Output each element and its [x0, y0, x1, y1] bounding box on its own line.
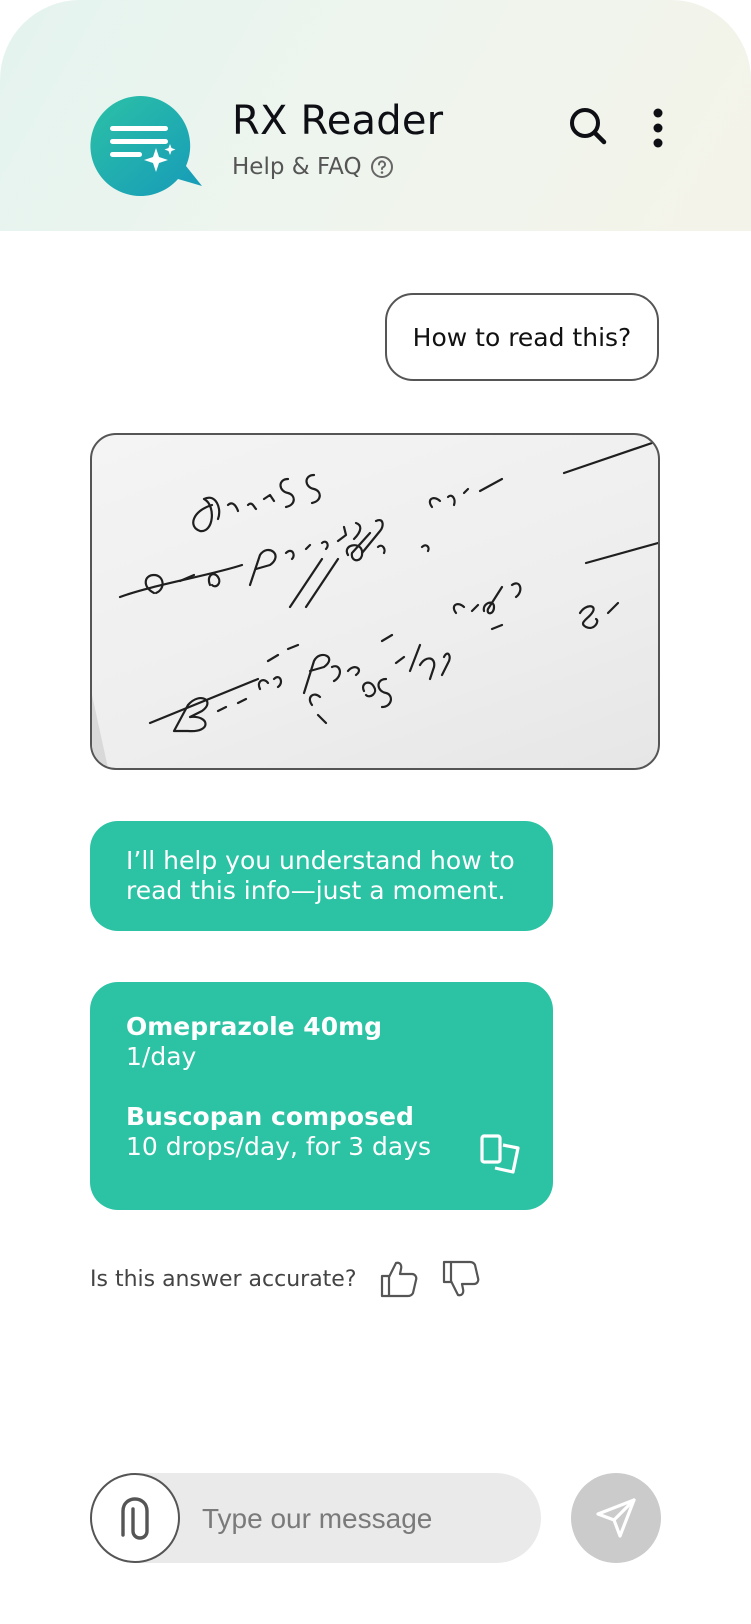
- copy-button[interactable]: [478, 1130, 522, 1174]
- app-header: RX Reader Help & FAQ: [0, 0, 751, 231]
- chat-sparkle-logo: [90, 95, 202, 196]
- thumbs-down-icon: [442, 1260, 479, 1297]
- feedback-question: Is this answer accurate?: [90, 1266, 357, 1292]
- handwritten-prescription-photo[interactable]: [90, 433, 660, 770]
- bot-intro-text: I’ll help you understand how to read thi…: [126, 846, 515, 905]
- paperclip-icon: [121, 1497, 149, 1540]
- answer-feedback: Is this answer accurate?: [90, 1258, 481, 1300]
- medication-name: Omeprazole 40mg: [126, 1012, 383, 1041]
- help-faq-link[interactable]: Help & FAQ: [232, 154, 394, 180]
- send-icon: [596, 1498, 636, 1538]
- bot-message-bubble: I’ll help you understand how to read thi…: [90, 821, 553, 931]
- search-button[interactable]: [566, 104, 610, 148]
- question-circle-icon: [370, 155, 394, 179]
- search-icon: [570, 108, 607, 145]
- copy-icon: [480, 1134, 520, 1174]
- message-input[interactable]: [200, 1488, 524, 1550]
- thumbs-up-icon: [380, 1261, 417, 1298]
- app-title: RX Reader: [232, 98, 444, 144]
- medication-dosage: 10 drops/day, for 3 days: [126, 1132, 432, 1161]
- user-message-text: How to read this?: [412, 322, 632, 352]
- more-vertical-icon: [653, 108, 663, 148]
- thumbs-down-button[interactable]: [441, 1259, 481, 1299]
- medication-dosage: 1/day: [126, 1042, 197, 1071]
- send-button[interactable]: [571, 1473, 661, 1563]
- user-message-bubble: How to read this?: [385, 293, 659, 381]
- help-faq-label: Help & FAQ: [232, 154, 362, 180]
- more-options-button[interactable]: [646, 106, 670, 150]
- medication-name: Buscopan composed: [126, 1102, 414, 1131]
- thumbs-up-button[interactable]: [379, 1259, 419, 1299]
- attach-button[interactable]: [90, 1473, 180, 1563]
- bot-answer-bubble: Omeprazole 40mg 1/day Buscopan composed …: [90, 982, 553, 1210]
